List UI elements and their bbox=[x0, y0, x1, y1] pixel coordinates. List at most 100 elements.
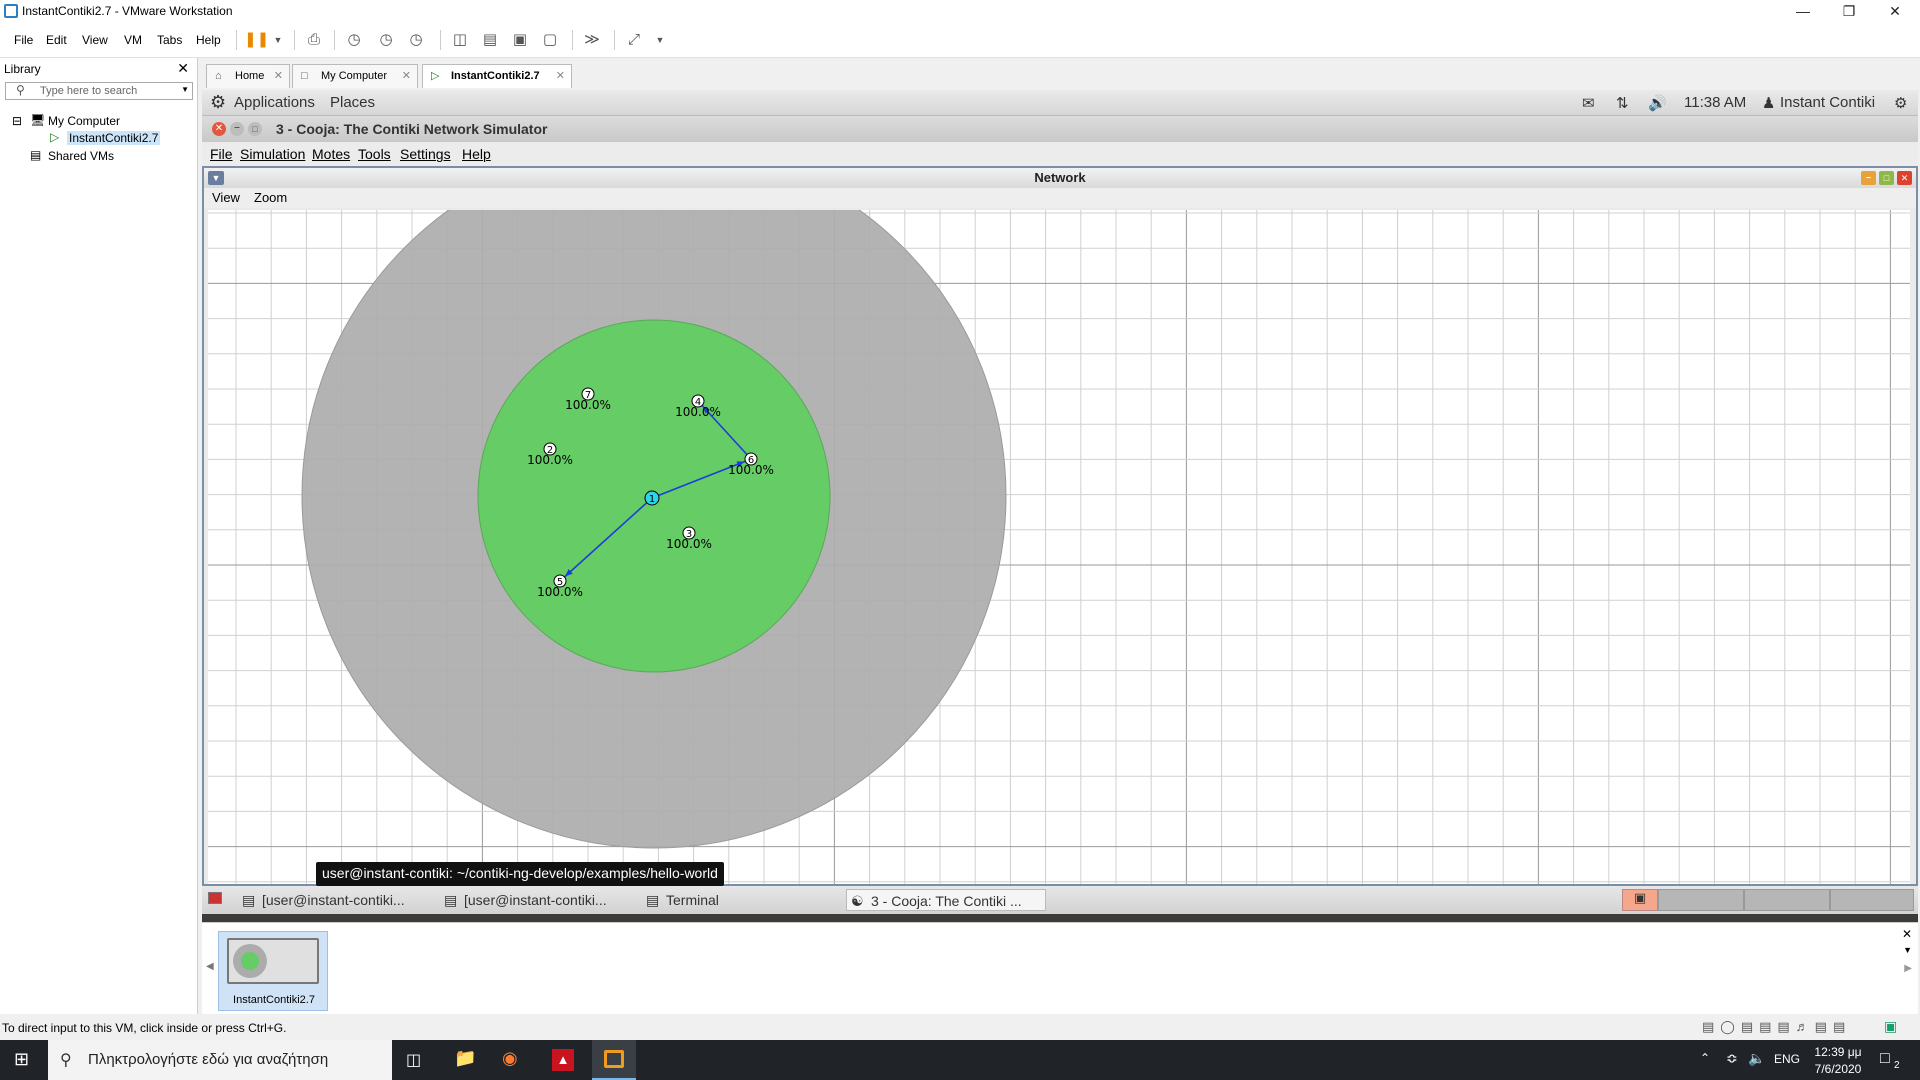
clock[interactable]: 11:38 AM bbox=[1684, 94, 1746, 111]
menu-places[interactable]: Places bbox=[330, 94, 375, 111]
close-icon[interactable]: ✕ bbox=[177, 60, 189, 77]
unity-icon[interactable]: ▢ bbox=[538, 29, 562, 51]
volume-icon[interactable]: 🔊 bbox=[1648, 94, 1667, 112]
snapshot-icon[interactable]: ◷ bbox=[342, 29, 366, 51]
network-window-titlebar: ▼ Network – □ ✕ bbox=[204, 168, 1916, 188]
fullscreen-icon[interactable]: ▣ bbox=[508, 29, 532, 51]
close-icon[interactable]: ✕ bbox=[274, 65, 283, 87]
close-icon[interactable]: ✕ bbox=[212, 122, 226, 136]
taskbar-date[interactable]: 7/6/2020 bbox=[1812, 1062, 1864, 1076]
menubar: File Edit View VM Tabs Help ❚❚ ▼ ⎙ ◷ ◷ ◷… bbox=[0, 22, 1920, 58]
network-menu-zoom[interactable]: Zoom bbox=[254, 190, 287, 205]
close-button[interactable]: ✕ bbox=[1872, 0, 1918, 22]
network-canvas[interactable]: 1 2 100.0% 3 100.0% 4 100.0% 5 100.0% 6 100.0% 7 100… bbox=[208, 210, 1910, 884]
tree-expander-icon[interactable]: ⊟ bbox=[12, 114, 22, 128]
mote-label-2: 100.0% bbox=[527, 453, 573, 467]
menu-tabs[interactable]: Tabs bbox=[157, 33, 182, 47]
network-icon[interactable]: ⇅ bbox=[1616, 94, 1629, 112]
revert-snapshot-icon[interactable]: ◷ bbox=[374, 29, 398, 51]
show-hidden-icons[interactable]: ⌃ bbox=[1700, 1051, 1710, 1065]
tab-home[interactable]: ⌂ Home ✕ bbox=[206, 64, 290, 88]
scroll-left-icon[interactable]: ◀ bbox=[206, 961, 214, 972]
vm-thumbnail[interactable]: InstantContiki2.7 bbox=[218, 931, 328, 1011]
language-indicator[interactable]: ENG bbox=[1774, 1052, 1800, 1066]
vmware-taskbar-button[interactable] bbox=[592, 1040, 636, 1080]
dropdown-arrow-icon[interactable]: ▼ bbox=[648, 29, 672, 51]
menu-view[interactable]: View bbox=[82, 33, 108, 47]
gnome-top-panel: ⚙ Applications Places ✉ ⇅ 🔊 11:38 AM ♟ I… bbox=[202, 90, 1918, 116]
dropdown-arrow-icon[interactable]: ▼ bbox=[1903, 945, 1912, 955]
workspace-1[interactable]: ▣ bbox=[1622, 889, 1658, 911]
vm-task-terminal-3-label: Terminal bbox=[666, 892, 719, 908]
power-icon[interactable]: ⚙ bbox=[1894, 94, 1907, 112]
windows-start-icon[interactable]: ⊞ bbox=[14, 1049, 29, 1070]
task-view-icon[interactable]: ◫ bbox=[406, 1050, 421, 1070]
maximize-icon[interactable]: □ bbox=[248, 122, 262, 136]
minimize-icon[interactable]: – bbox=[1861, 171, 1876, 185]
maximize-icon[interactable]: □ bbox=[1879, 171, 1894, 185]
minimize-button[interactable]: — bbox=[1780, 0, 1826, 22]
tab-instantcontiki[interactable]: ▷ InstantContiki2.7 ✕ bbox=[422, 64, 572, 88]
tree-item-instantcontiki[interactable]: InstantContiki2.7 bbox=[67, 131, 161, 145]
vm-display[interactable]: ⚙ Applications Places ✉ ⇅ 🔊 11:38 AM ♟ I… bbox=[202, 90, 1918, 922]
send-ctrl-alt-del-icon[interactable]: ⎙ bbox=[302, 29, 326, 51]
minimize-icon[interactable]: – bbox=[230, 122, 244, 136]
workspace-2[interactable] bbox=[1658, 889, 1744, 911]
console-view-icon[interactable]: ≫ bbox=[580, 29, 604, 51]
network-graph[interactable]: 12100.0%3100.0%4100.0%5100.0%6100.0%7100… bbox=[208, 210, 1910, 884]
tab-my-computer[interactable]: □ My Computer ✕ bbox=[292, 64, 418, 88]
scroll-right-icon[interactable]: ▶ bbox=[1904, 963, 1912, 974]
workspace-4[interactable] bbox=[1830, 889, 1914, 911]
cooja-menu-simulation[interactable]: Simulation bbox=[240, 146, 305, 162]
acrobat-icon[interactable]: ▲ bbox=[552, 1049, 574, 1071]
wifi-icon[interactable]: ≎ bbox=[1726, 1050, 1738, 1067]
window-menu-icon[interactable]: ▼ bbox=[208, 171, 224, 185]
close-icon[interactable]: ✕ bbox=[1902, 927, 1912, 941]
taskbar-time[interactable]: 12:39 μμ bbox=[1812, 1045, 1864, 1059]
notification-icon[interactable]: □ bbox=[1880, 1050, 1890, 1068]
window-titlebar: InstantContiki2.7 - VMware Workstation —… bbox=[0, 0, 1920, 22]
menu-vm[interactable]: VM bbox=[124, 33, 142, 47]
mail-icon[interactable]: ✉ bbox=[1582, 94, 1595, 112]
volume-icon[interactable]: 🔈 bbox=[1748, 1050, 1765, 1067]
show-desktop-icon[interactable] bbox=[208, 892, 222, 904]
cooja-menu-file[interactable]: File bbox=[210, 146, 233, 162]
restore-button[interactable]: ❐ bbox=[1826, 0, 1872, 22]
close-icon[interactable]: ✕ bbox=[1897, 171, 1912, 185]
dropdown-arrow-icon[interactable]: ▼ bbox=[181, 85, 189, 94]
device-status-icons[interactable]: ▤◯▤▤▤♬▤▤ bbox=[1702, 1019, 1851, 1035]
cooja-menu-settings[interactable]: Settings bbox=[400, 146, 451, 162]
show-library-icon[interactable]: ◫ bbox=[448, 29, 472, 51]
mote-label-4: 100.0% bbox=[675, 405, 721, 419]
ubuntu-logo-icon[interactable]: ⚙ bbox=[210, 92, 226, 113]
thumbnail-bar-icon[interactable]: ▤ bbox=[478, 29, 502, 51]
dropdown-arrow-icon[interactable]: ▼ bbox=[266, 29, 290, 51]
library-search-input[interactable]: ⚲ Type here to search ▼ bbox=[5, 82, 193, 100]
firefox-icon[interactable]: ◉ bbox=[502, 1048, 518, 1069]
tree-item-my-computer[interactable]: My Computer bbox=[48, 114, 120, 128]
message-log-icon[interactable]: ▣ bbox=[1884, 1018, 1897, 1035]
vm-task-terminal-2[interactable]: ▤ [user@instant-contiki... bbox=[440, 889, 636, 911]
workspace-3[interactable] bbox=[1744, 889, 1830, 911]
cooja-menu-tools[interactable]: Tools bbox=[358, 146, 391, 162]
cooja-menu-motes[interactable]: Motes bbox=[312, 146, 350, 162]
close-icon[interactable]: ✕ bbox=[556, 65, 565, 87]
home-icon: ⌂ bbox=[215, 70, 222, 82]
snapshot-manager-icon[interactable]: ◷ bbox=[404, 29, 428, 51]
menu-file[interactable]: File bbox=[14, 33, 33, 47]
vm-task-terminal-3[interactable]: ▤ Terminal bbox=[642, 889, 838, 911]
menu-help[interactable]: Help bbox=[196, 33, 221, 47]
stretch-guest-icon[interactable]: ⤢ bbox=[622, 29, 646, 51]
close-icon[interactable]: ✕ bbox=[402, 65, 411, 87]
vm-task-cooja[interactable]: ☯ 3 - Cooja: The Contiki ... bbox=[846, 889, 1046, 911]
vm-task-terminal-1[interactable]: ▤ [user@instant-contiki... bbox=[238, 889, 434, 911]
file-explorer-icon[interactable]: 📁 bbox=[454, 1048, 476, 1069]
menu-applications[interactable]: Applications bbox=[234, 94, 315, 111]
tree-item-shared-vms[interactable]: Shared VMs bbox=[48, 149, 114, 163]
network-menu-view[interactable]: View bbox=[212, 190, 240, 205]
windows-search-box[interactable]: ⚲ Πληκτρολογήστε εδώ για αναζήτηση bbox=[48, 1040, 392, 1080]
pause-icon[interactable]: ❚❚ bbox=[244, 29, 269, 51]
menu-edit[interactable]: Edit bbox=[46, 33, 67, 47]
cooja-menu-help[interactable]: Help bbox=[462, 146, 491, 162]
user-name[interactable]: Instant Contiki bbox=[1780, 94, 1875, 111]
